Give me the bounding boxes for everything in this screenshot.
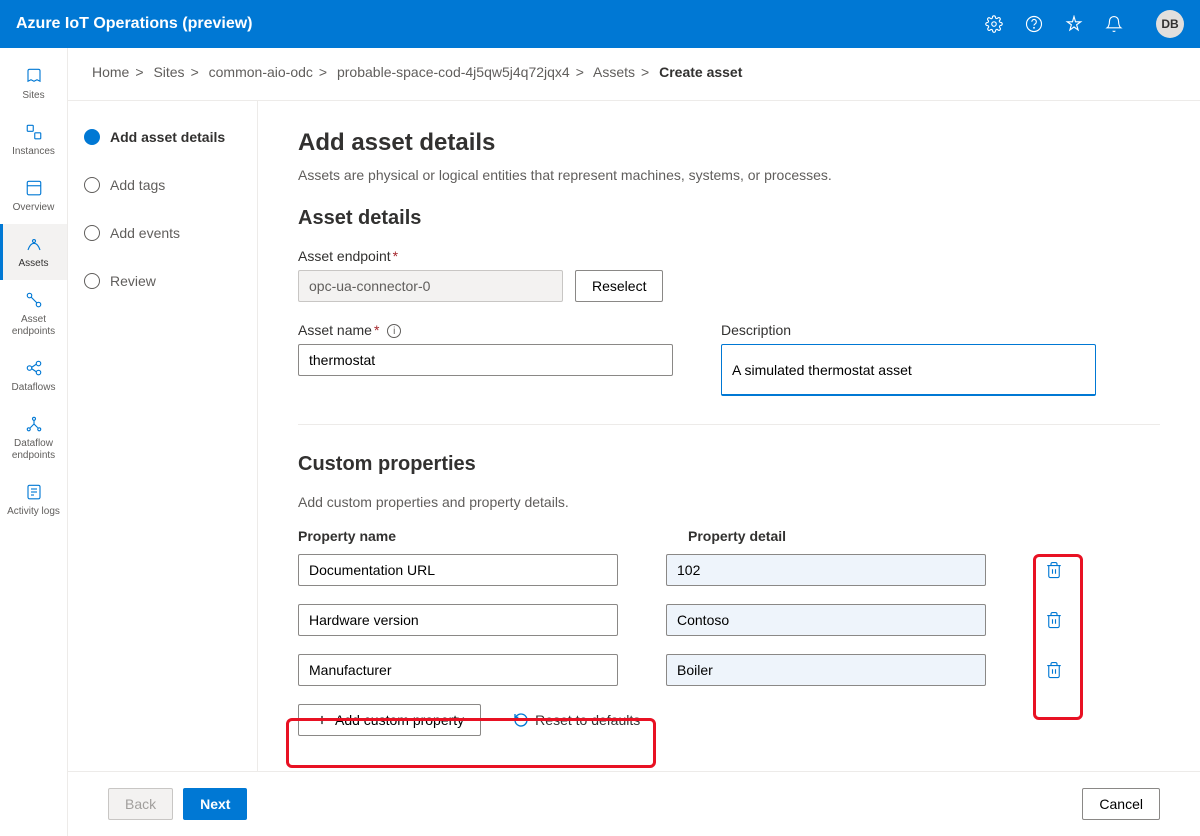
info-icon[interactable]: i <box>387 324 401 338</box>
step-add-events[interactable]: Add events <box>84 225 241 241</box>
step-label: Review <box>110 273 156 289</box>
instances-icon <box>24 122 44 142</box>
custom-properties-description: Add custom properties and property detai… <box>298 494 1160 510</box>
breadcrumb-current: Create asset <box>659 64 742 80</box>
property-row <box>298 654 1160 686</box>
property-name-header: Property name <box>298 528 618 544</box>
app-title: Azure IoT Operations (preview) <box>16 15 984 33</box>
nav-overview[interactable]: Overview <box>0 168 67 224</box>
add-custom-property-button[interactable]: Add custom property <box>298 704 481 736</box>
property-name-input[interactable] <box>298 654 618 686</box>
step-indicator-icon <box>84 225 100 241</box>
description-label: Description <box>721 322 1096 338</box>
asset-name-label: Asset name* i <box>298 322 673 338</box>
reset-icon <box>513 712 529 728</box>
overview-icon <box>24 178 44 198</box>
reselect-button[interactable]: Reselect <box>575 270 663 302</box>
step-indicator-icon <box>84 177 100 193</box>
step-indicator-icon <box>84 129 100 145</box>
help-icon[interactable] <box>1024 14 1044 34</box>
property-headers: Property name Property detail <box>298 528 1160 544</box>
property-row <box>298 604 1160 636</box>
delete-icon[interactable] <box>1045 661 1063 679</box>
property-detail-input[interactable] <box>666 654 986 686</box>
left-nav: Sites Instances Overview Assets Asset en… <box>0 48 68 836</box>
step-add-asset-details[interactable]: Add asset details <box>84 129 241 145</box>
page-title: Add asset details <box>298 129 1160 157</box>
divider <box>298 424 1160 425</box>
nav-dataflow-endpoints-label: Dataflow endpoints <box>4 438 63 462</box>
step-label: Add events <box>110 225 180 241</box>
nav-assets[interactable]: Assets <box>0 224 67 280</box>
dataflows-icon <box>24 358 44 378</box>
breadcrumb-assets[interactable]: Assets <box>593 64 635 80</box>
topbar: Azure IoT Operations (preview) DB <box>0 0 1200 48</box>
asset-endpoint-input <box>298 270 563 302</box>
nav-instances[interactable]: Instances <box>0 112 67 168</box>
user-avatar[interactable]: DB <box>1156 10 1184 38</box>
breadcrumb-home[interactable]: Home <box>92 64 129 80</box>
feedback-icon[interactable] <box>1064 14 1084 34</box>
property-detail-header: Property detail <box>688 528 1008 544</box>
nav-dataflow-endpoints[interactable]: Dataflow endpoints <box>0 404 67 472</box>
nav-dataflows[interactable]: Dataflows <box>0 348 67 404</box>
description-input[interactable] <box>721 344 1096 396</box>
property-name-input[interactable] <box>298 554 618 586</box>
nav-dataflows-label: Dataflows <box>12 382 56 394</box>
next-button[interactable]: Next <box>183 788 247 820</box>
nav-assets-label: Assets <box>18 258 48 270</box>
nav-sites-label: Sites <box>22 90 44 102</box>
step-indicator-icon <box>84 273 100 289</box>
plus-icon <box>315 713 329 727</box>
step-label: Add tags <box>110 177 165 193</box>
property-row <box>298 554 1160 586</box>
breadcrumb-instance[interactable]: probable-space-cod-4j5qw5j4q72jqx4 <box>337 64 570 80</box>
settings-icon[interactable] <box>984 14 1004 34</box>
step-add-tags[interactable]: Add tags <box>84 177 241 193</box>
cancel-button[interactable]: Cancel <box>1082 788 1160 820</box>
property-detail-input[interactable] <box>666 554 986 586</box>
nav-asset-endpoints[interactable]: Asset endpoints <box>0 280 67 348</box>
asset-endpoint-label: Asset endpoint* <box>298 248 1160 264</box>
assets-icon <box>24 234 44 254</box>
breadcrumb: Home> Sites> common-aio-odc> probable-sp… <box>68 48 1200 101</box>
asset-details-heading: Asset details <box>298 207 1160 230</box>
form-area: Add asset details Assets are physical or… <box>258 101 1200 771</box>
reset-to-defaults-button[interactable]: Reset to defaults <box>497 704 656 736</box>
delete-icon[interactable] <box>1045 611 1063 629</box>
dataflow-endpoints-icon <box>24 414 44 434</box>
nav-activity-logs[interactable]: Activity logs <box>0 472 67 528</box>
property-name-input[interactable] <box>298 604 618 636</box>
nav-instances-label: Instances <box>12 146 55 158</box>
property-detail-input[interactable] <box>666 604 986 636</box>
back-button: Back <box>108 788 173 820</box>
page-description: Assets are physical or logical entities … <box>298 167 1160 183</box>
topbar-actions: DB <box>984 10 1184 38</box>
step-review[interactable]: Review <box>84 273 241 289</box>
nav-asset-endpoints-label: Asset endpoints <box>4 314 63 338</box>
step-label: Add asset details <box>110 129 225 145</box>
custom-properties-heading: Custom properties <box>298 453 1160 476</box>
wizard-steps: Add asset details Add tags Add events Re… <box>68 101 258 771</box>
asset-name-input[interactable] <box>298 344 673 376</box>
breadcrumb-site[interactable]: common-aio-odc <box>209 64 313 80</box>
nav-sites[interactable]: Sites <box>0 56 67 112</box>
delete-icon[interactable] <box>1045 561 1063 579</box>
nav-activity-logs-label: Activity logs <box>7 506 60 518</box>
asset-endpoints-icon <box>24 290 44 310</box>
sites-icon <box>24 66 44 86</box>
notifications-icon[interactable] <box>1104 14 1124 34</box>
breadcrumb-sites[interactable]: Sites <box>153 64 184 80</box>
wizard-footer: Back Next Cancel <box>68 771 1200 836</box>
activity-logs-icon <box>24 482 44 502</box>
nav-overview-label: Overview <box>13 202 55 214</box>
